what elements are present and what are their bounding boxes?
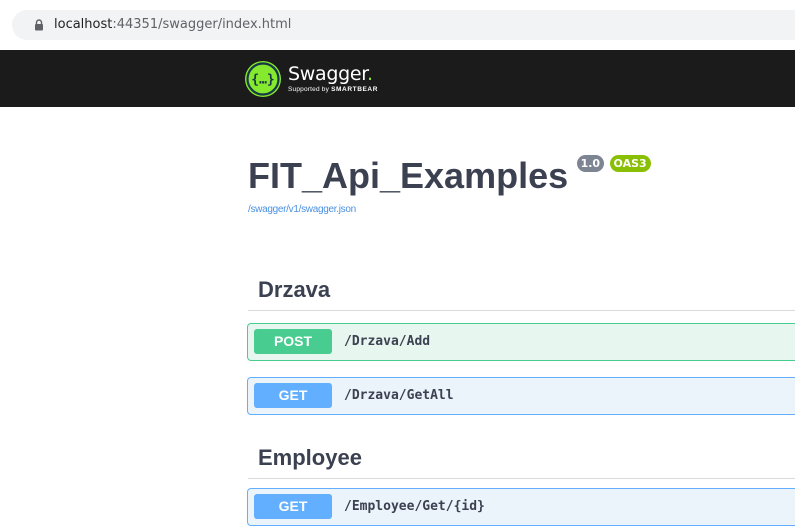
operation-post-drzava-add[interactable]: POST /Drzava/Add (247, 323, 795, 361)
url-field[interactable]: localhost:44351/swagger/index.html (12, 10, 795, 40)
operation-get-employee-get-id[interactable]: GET /Employee/Get/{id} (247, 488, 795, 526)
oas-badge: OAS3 (609, 155, 651, 172)
supported-by-text: Supported by SMARTBEAR (288, 85, 379, 94)
lock-icon[interactable] (34, 18, 44, 31)
method-badge-get: GET (254, 383, 332, 408)
operation-path: /Employee/Get/{id} (344, 499, 485, 514)
api-info: FIT_Api_Examples 1.0 OAS3 /swagger/v1/sw… (248, 154, 651, 215)
swagger-logo-title: Swagger. (288, 62, 378, 85)
api-title: FIT_Api_Examples (248, 155, 569, 196)
operation-get-drzava-getall[interactable]: GET /Drzava/GetAll (247, 377, 795, 415)
tag-section-employee[interactable]: Employee (248, 444, 795, 479)
swagger-logo-text: Swagger. Supported by SMARTBEAR (288, 62, 379, 94)
tag-section-drzava[interactable]: Drzava (248, 276, 795, 311)
svg-text:{…}: {…} (251, 73, 274, 88)
spec-json-link[interactable]: /swagger/v1/swagger.json (248, 204, 356, 215)
version-badges: 1.0 OAS3 (576, 154, 651, 172)
swagger-topbar: {…} Swagger. Supported by SMARTBEAR (0, 50, 795, 107)
method-badge-get: GET (254, 494, 332, 519)
swagger-title-dot: . (367, 62, 373, 85)
swagger-logo-icon: {…} (245, 61, 281, 97)
swagger-title-word: Swagger (288, 62, 368, 85)
url-text: localhost:44351/swagger/index.html (54, 17, 291, 32)
version-badge: 1.0 (576, 155, 605, 172)
swagger-logo-link[interactable]: {…} Swagger. Supported by SMARTBEAR (245, 59, 378, 99)
tag-title: Employee (258, 445, 362, 470)
tag-title: Drzava (258, 277, 331, 302)
smartbear-brand: SMARTBEAR (331, 85, 379, 93)
operation-path: /Drzava/GetAll (344, 388, 454, 403)
method-badge-post: POST (254, 329, 332, 354)
operation-path: /Drzava/Add (344, 334, 431, 349)
url-host: localhost (54, 17, 113, 32)
url-path: :44351/swagger/index.html (112, 17, 292, 32)
supported-by-prefix: Supported by (288, 85, 330, 93)
browser-address-bar: localhost:44351/swagger/index.html (0, 0, 795, 44)
